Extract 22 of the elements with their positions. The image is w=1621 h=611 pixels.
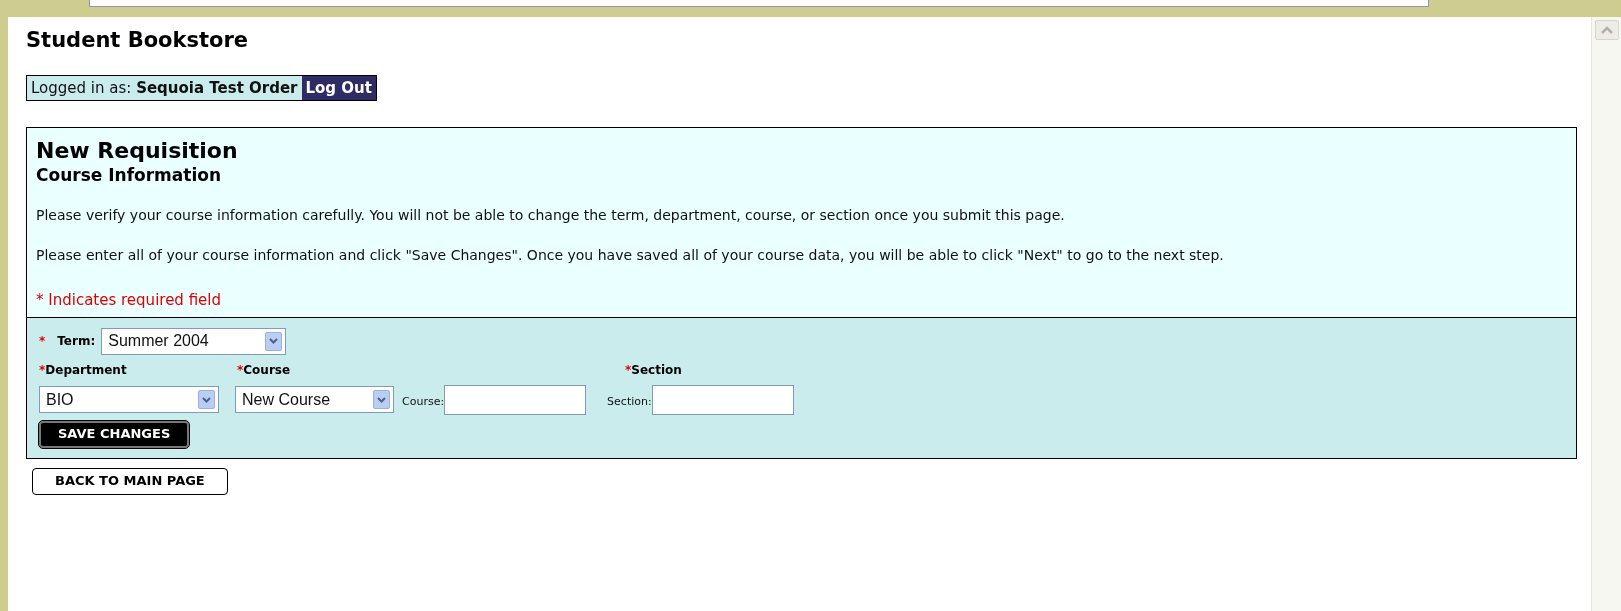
section-field-label: Section: — [607, 394, 652, 411]
required-label: *Section — [625, 361, 682, 379]
instruction-text: Please verify your course information carefully. You will not be able to change the term, department, course, or section once you submit this page. — [36, 206, 1066, 225]
required-label: *Course — [237, 362, 291, 377]
scroll-up-icon[interactable] — [1594, 20, 1619, 40]
section-field[interactable] — [651, 384, 794, 415]
site-title: Student Bookstore — [26, 27, 250, 54]
logged-in-label: Logged in as: Sequoia Test Order — [27, 76, 302, 101]
instruction-text: Please enter all of your course information and click "Save Changes". Once you have saved all of your course data, you will be able to click "Next" to go to the next step. — [36, 246, 1225, 265]
panel-subtitle: Course Information — [36, 164, 223, 186]
back-to-main-page-button[interactable]: BACK TO MAIN PAGE — [32, 467, 228, 495]
course-field[interactable] — [444, 384, 587, 415]
course-dropdown[interactable]: New Course — [235, 386, 394, 413]
required-label: * Term: — [39, 333, 96, 350]
department-dropdown[interactable]: BIO — [39, 386, 219, 413]
panel-title: New Requisition — [36, 137, 239, 165]
required-field-note: * Indicates required field — [36, 290, 222, 311]
term-dropdown[interactable]: Summer 2004 — [101, 327, 287, 355]
course-field-label: Course: — [402, 394, 445, 411]
required-label: *Department — [39, 362, 127, 377]
log-out-link[interactable]: Log Out — [301, 76, 376, 101]
save-changes-button[interactable]: SAVE CHANGES — [39, 420, 190, 448]
